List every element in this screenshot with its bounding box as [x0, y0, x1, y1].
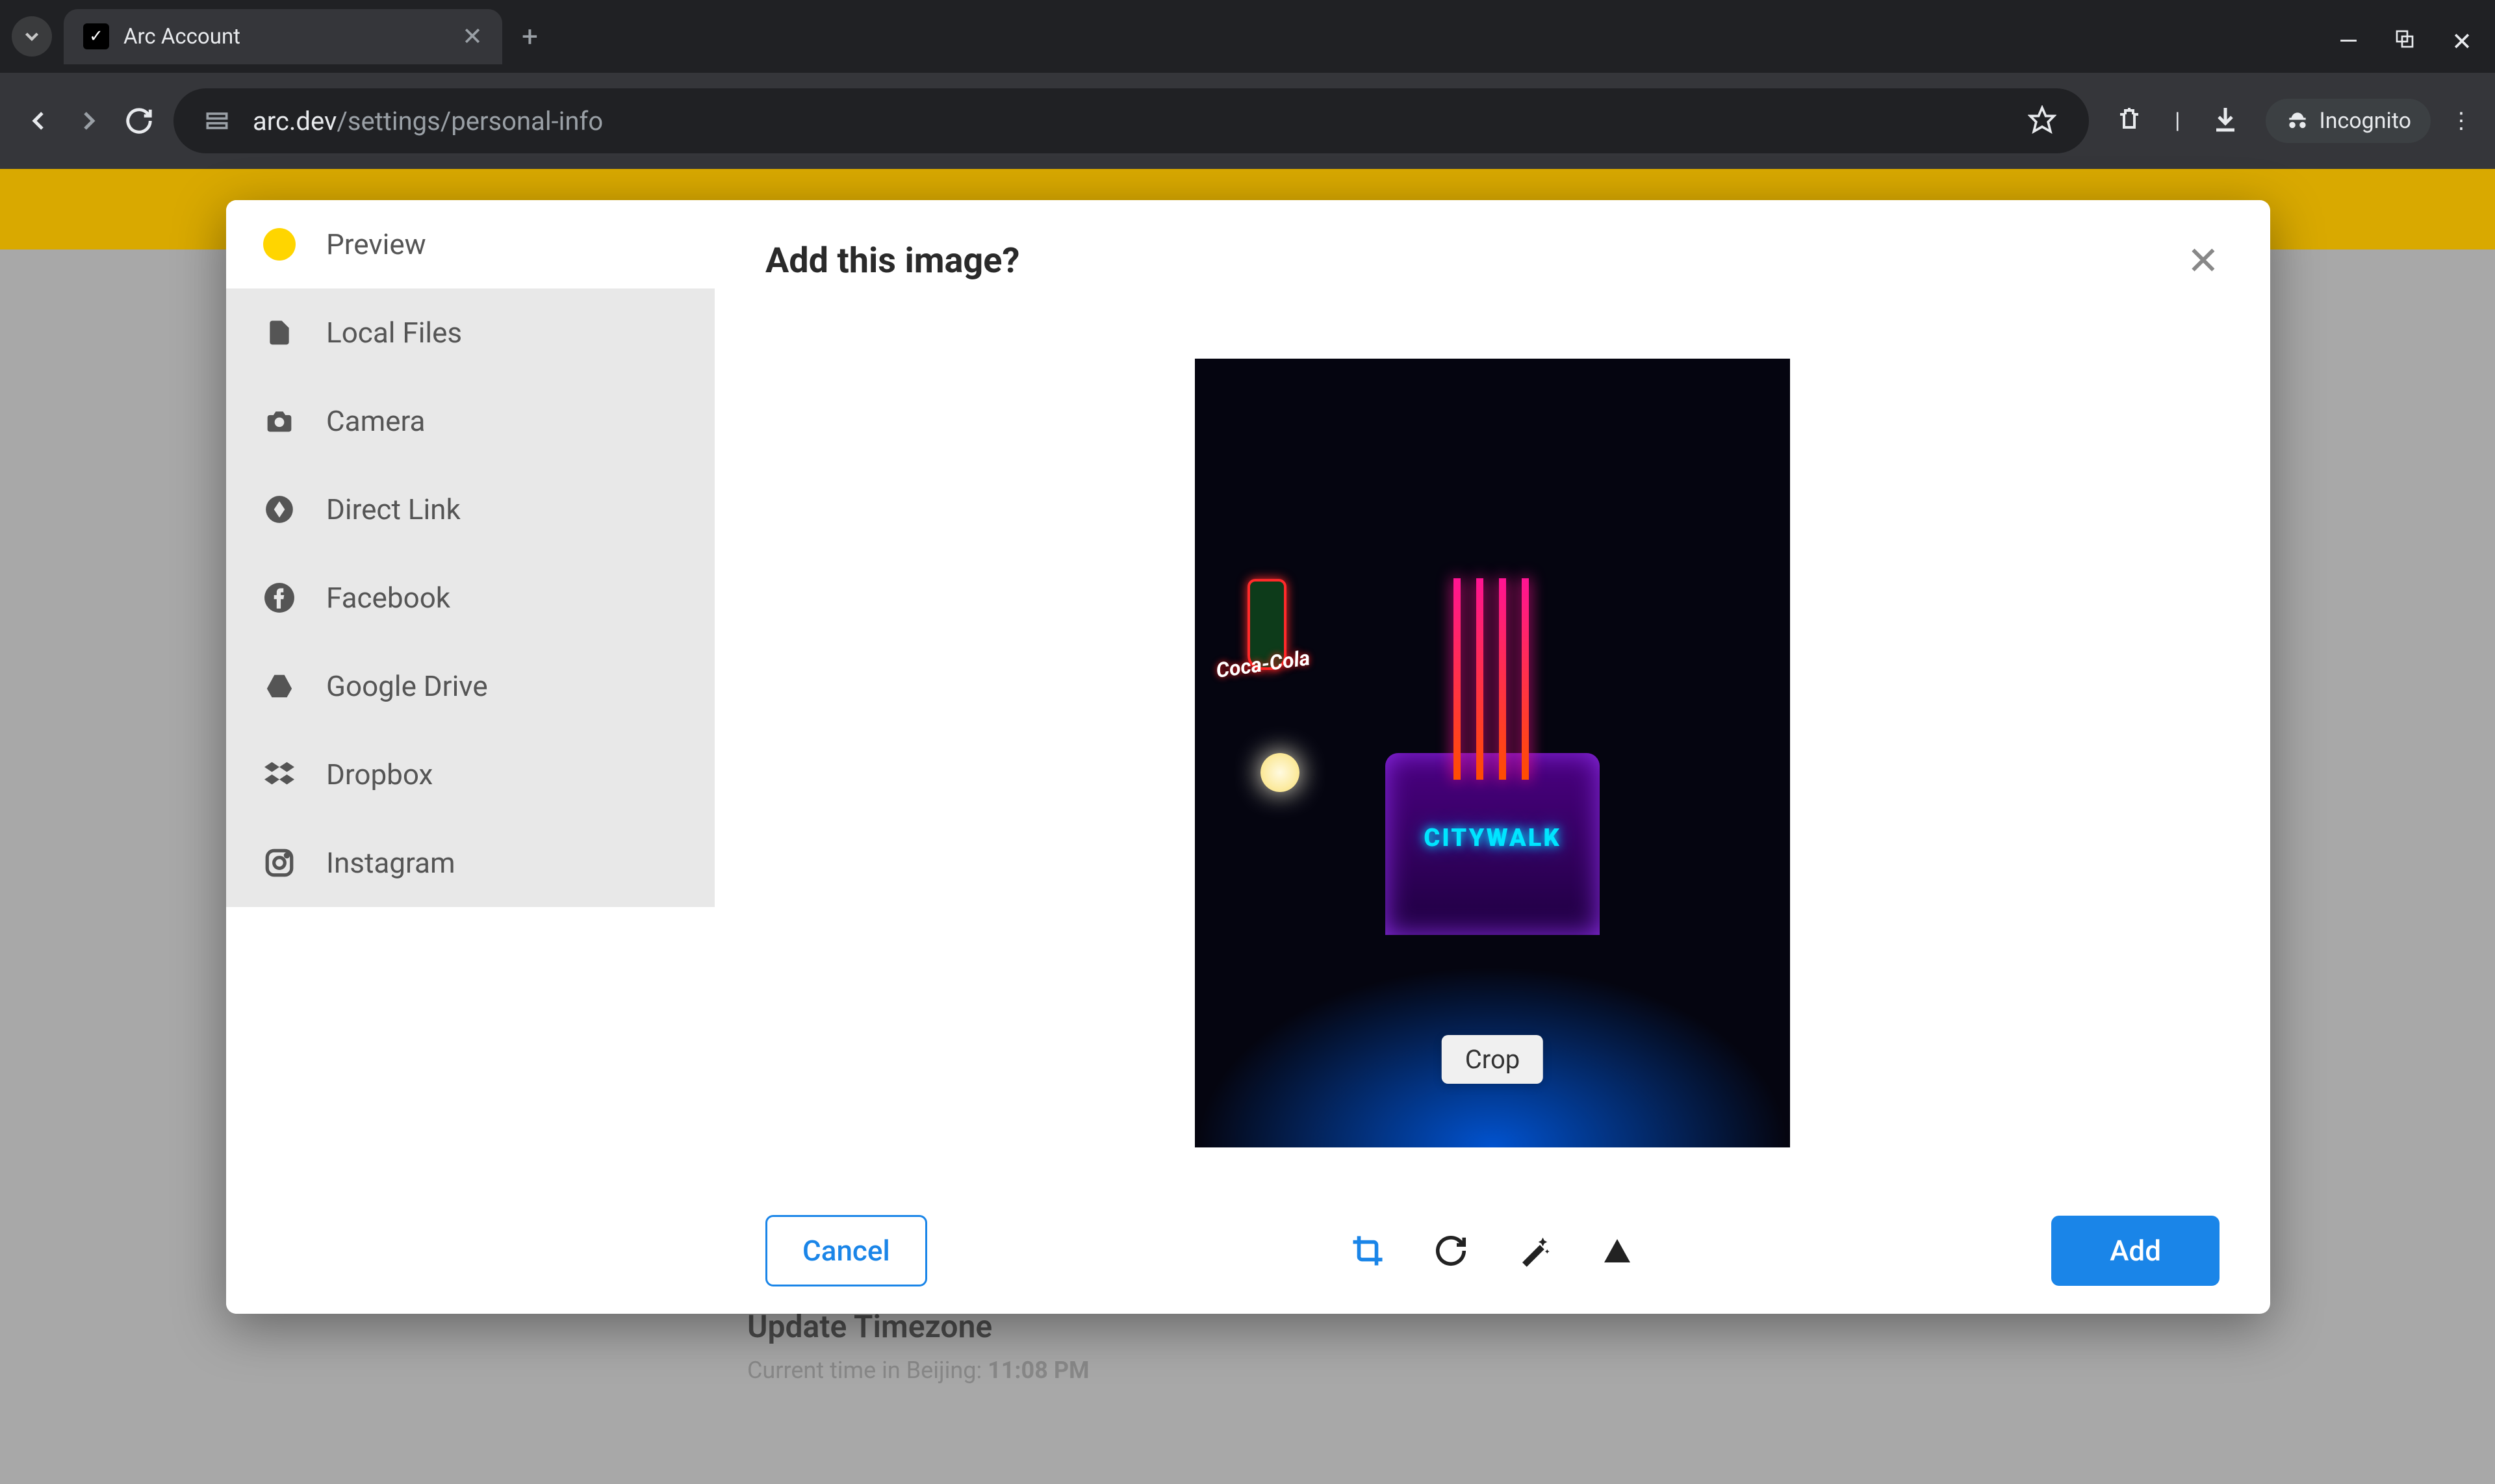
camera-icon	[262, 407, 296, 435]
tab-title: Arc Account	[123, 24, 448, 49]
site-info-button[interactable]	[201, 105, 233, 137]
triangle-icon	[1602, 1235, 1633, 1266]
bookmark-button[interactable]	[2028, 105, 2056, 136]
sidebar-item-camera[interactable]: Camera	[226, 377, 715, 465]
magic-wand-icon	[1516, 1233, 1552, 1268]
sidebar-label: Instagram	[326, 846, 455, 880]
crop-icon	[1350, 1233, 1385, 1268]
sidebar-item-direct-link[interactable]: Direct Link	[226, 465, 715, 554]
sidebar-item-instagram[interactable]: Instagram	[226, 819, 715, 907]
edit-tools	[1348, 1231, 1637, 1270]
sidebar-item-dropbox[interactable]: Dropbox	[226, 730, 715, 819]
minimize-button[interactable]: —	[2338, 27, 2358, 57]
instagram-icon	[263, 847, 296, 879]
background-content: Update Timezone Current time in Beijing:…	[747, 1308, 1090, 1384]
rotate-tool-button[interactable]	[1431, 1231, 1470, 1270]
uploaded-image: Coca-Cola CITYWALK	[1195, 359, 1790, 1147]
cancel-button[interactable]: Cancel	[765, 1215, 927, 1286]
google-drive-icon	[262, 671, 296, 701]
link-icon	[263, 493, 296, 526]
browser-chrome: ✓ Arc Account ✕ + — ✕ arc.dev/sett	[0, 0, 2495, 169]
modal-actions: Cancel Add	[765, 1215, 2220, 1286]
browser-tab[interactable]: ✓ Arc Account ✕	[64, 9, 502, 64]
sidebar-item-facebook[interactable]: Facebook	[226, 554, 715, 642]
sidebar-label: Preview	[326, 227, 426, 261]
tab-search-button[interactable]	[12, 16, 52, 57]
sharpen-tool-button[interactable]	[1598, 1231, 1637, 1270]
maximize-button[interactable]	[2394, 27, 2415, 57]
sidebar-item-google-drive[interactable]: Google Drive	[226, 642, 715, 730]
sidebar-label: Dropbox	[326, 758, 433, 791]
rotate-icon	[1433, 1233, 1468, 1268]
extensions-button[interactable]	[2114, 104, 2145, 138]
address-bar[interactable]: arc.dev/settings/personal-info	[173, 88, 2089, 153]
downloads-button[interactable]	[2210, 104, 2241, 138]
incognito-icon	[2285, 109, 2310, 133]
modal-header: Add this image? ✕	[765, 238, 2220, 284]
url-text: arc.dev/settings/personal-info	[253, 106, 2003, 136]
modal-close-button[interactable]: ✕	[2187, 238, 2220, 284]
reload-button[interactable]	[124, 106, 154, 136]
sidebar-item-local-files[interactable]: Local Files	[226, 288, 715, 377]
back-button[interactable]	[23, 105, 54, 136]
modal-title: Add this image?	[765, 240, 1019, 281]
separator: |	[2175, 108, 2180, 134]
site-favicon: ✓	[83, 23, 109, 49]
file-icon	[265, 316, 294, 350]
tab-bar: ✓ Arc Account ✕ + — ✕	[0, 0, 2495, 73]
enhance-tool-button[interactable]	[1515, 1231, 1554, 1270]
coke-sign-text: Coca-Cola	[1214, 645, 1311, 683]
close-window-button[interactable]: ✕	[2451, 27, 2472, 57]
dropbox-icon	[262, 760, 296, 789]
preview-dot-icon	[263, 228, 296, 261]
sidebar-label: Camera	[326, 404, 425, 438]
modal-sidebar: Preview Local Files Camera Direct Link F…	[226, 200, 715, 1314]
upload-modal: Preview Local Files Camera Direct Link F…	[226, 200, 2270, 1314]
close-tab-button[interactable]: ✕	[462, 22, 483, 51]
crop-tool-button[interactable]	[1348, 1231, 1387, 1270]
modal-main: Add this image? ✕ Coca-Cola CITYWALK	[715, 200, 2270, 1314]
sidebar-label: Google Drive	[326, 669, 488, 703]
citywalk-sign-text: CITYWALK	[1424, 824, 1561, 852]
sidebar-item-preview[interactable]: Preview	[226, 200, 715, 288]
incognito-indicator[interactable]: Incognito	[2266, 99, 2431, 143]
chevron-down-icon	[21, 25, 43, 47]
sidebar-label: Local Files	[326, 316, 462, 350]
facebook-icon	[263, 582, 296, 614]
sidebar-label: Facebook	[326, 581, 450, 615]
incognito-label: Incognito	[2319, 108, 2411, 134]
timezone-subtext: Current time in Beijing: 11:08 PM	[747, 1357, 1090, 1384]
crop-tooltip: Crop	[1442, 1035, 1543, 1084]
forward-button[interactable]	[73, 105, 105, 136]
image-preview-area: Coca-Cola CITYWALK Crop	[765, 316, 2220, 1189]
window-controls: — ✕	[2338, 27, 2472, 57]
navigation-bar: arc.dev/settings/personal-info | Incogni…	[0, 73, 2495, 169]
browser-menu-button[interactable]: ⋮	[2450, 108, 2472, 134]
sidebar-label: Direct Link	[326, 493, 461, 526]
new-tab-button[interactable]: +	[522, 19, 538, 53]
add-button[interactable]: Add	[2051, 1216, 2220, 1286]
